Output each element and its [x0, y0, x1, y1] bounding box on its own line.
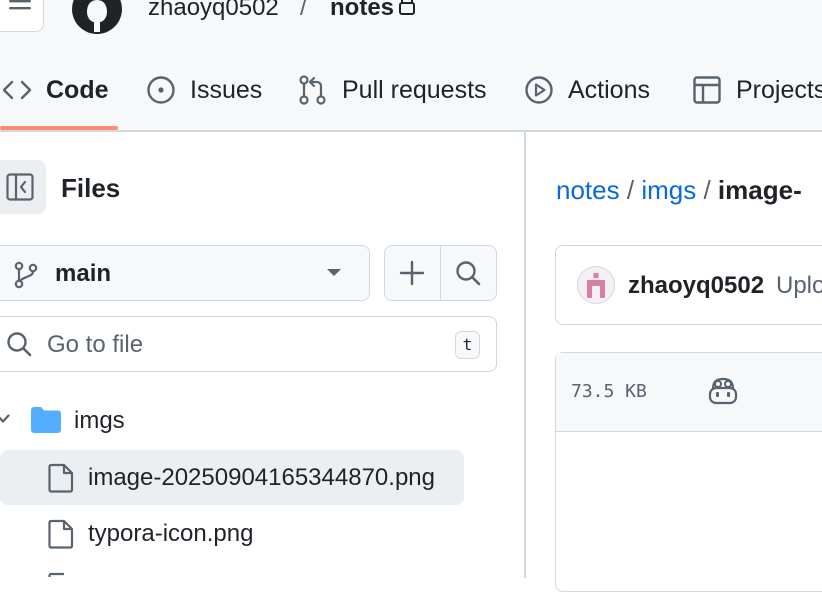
hamburger-icon — [9, 0, 31, 10]
panel-divider[interactable] — [524, 132, 526, 578]
files-panel-title: Files — [61, 173, 121, 203]
tab-projects[interactable]: Projects — [692, 70, 822, 110]
avatar[interactable] — [577, 266, 615, 304]
caret-down-icon — [326, 268, 342, 278]
issue-opened-icon — [146, 75, 176, 105]
tab-projects-label: Projects — [736, 75, 822, 104]
tab-actions[interactable]: Actions — [524, 70, 650, 110]
tab-pull-requests-label: Pull requests — [342, 75, 487, 104]
breadcrumb-folder-link[interactable]: imgs — [641, 175, 696, 205]
tree-folder-imgs[interactable]: imgs — [74, 405, 125, 437]
tab-pull-requests[interactable]: Pull requests — [298, 70, 487, 110]
tree-file-label[interactable]: typora-icon.png — [88, 518, 253, 550]
keyboard-shortcut-hint: t — [455, 331, 480, 359]
breadcrumb-separator: / — [703, 175, 711, 205]
tab-issues[interactable]: Issues — [146, 70, 262, 110]
tab-issues-label: Issues — [190, 75, 263, 104]
file-icon — [48, 463, 74, 493]
repo-owner-link[interactable]: zhaoyq0502 — [148, 0, 279, 24]
copilot-icon[interactable] — [708, 377, 738, 405]
tab-code-label: Code — [46, 75, 109, 104]
repo-name-link[interactable]: notes — [330, 0, 394, 24]
lock-icon — [398, 0, 416, 16]
play-icon — [524, 75, 554, 105]
search-icon — [6, 331, 32, 357]
file-size: 73.5 KB — [571, 381, 647, 402]
breadcrumb-repo-link[interactable]: notes — [556, 175, 620, 205]
breadcrumb-separator: / — [626, 175, 635, 205]
tab-actions-label: Actions — [568, 75, 650, 104]
search-files-button[interactable] — [441, 246, 496, 300]
git-branch-icon — [14, 261, 38, 289]
github-logo-icon[interactable] — [70, 0, 124, 36]
go-to-file-placeholder: Go to file — [47, 331, 144, 358]
breadcrumb-current-file: image- — [717, 175, 802, 205]
collapse-file-tree-button[interactable] — [0, 160, 46, 214]
commit-author-link[interactable]: zhaoyq0502 — [628, 270, 764, 302]
tab-code[interactable]: Code — [2, 70, 109, 110]
plus-icon — [399, 260, 425, 286]
repo-separator: / — [300, 0, 307, 21]
file-breadcrumb: notes / imgs / image- — [556, 173, 802, 207]
add-file-button[interactable] — [385, 246, 440, 300]
git-pull-request-icon — [298, 74, 328, 106]
file-icon — [48, 519, 74, 549]
file-icon — [48, 572, 74, 578]
code-icon — [2, 79, 32, 101]
table-icon — [692, 75, 722, 105]
chevron-down-icon[interactable] — [0, 414, 10, 424]
branch-name: main — [55, 260, 112, 287]
commit-message[interactable]: Uplo — [776, 270, 822, 302]
selected-tab-indicator — [0, 126, 118, 130]
tree-file-label[interactable]: image-20250904165344870.png — [88, 462, 435, 494]
sidebar-collapse-icon — [6, 173, 34, 201]
folder-icon — [30, 406, 62, 434]
menu-button[interactable] — [0, 0, 44, 32]
search-icon — [456, 261, 481, 286]
